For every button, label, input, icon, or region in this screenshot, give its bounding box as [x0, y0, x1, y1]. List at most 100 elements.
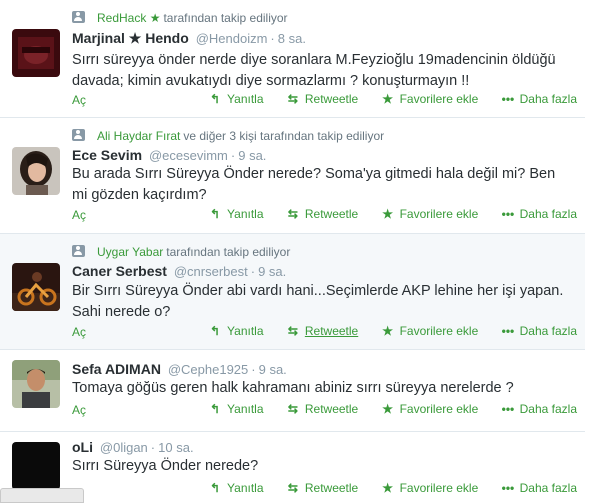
retweet-button[interactable]: ⇆ Retweetle	[287, 402, 358, 416]
author-name[interactable]: Caner Serbest	[72, 263, 167, 279]
reply-label: Yanıtla	[227, 402, 264, 416]
favorite-button[interactable]: ★ Favorilere ekle	[382, 207, 478, 221]
avatar[interactable]	[12, 442, 60, 490]
retweet-button[interactable]: ⇆ Retweetle	[287, 324, 358, 338]
tweet-text: Sırrı süreyya önder nerde diye soranlara…	[72, 52, 556, 89]
tweet-actions: ↰ Yanıtla ⇆ Retweetle ★ Favorilere ekle •••…	[189, 324, 577, 338]
more-icon: •••	[501, 92, 515, 106]
tweet-text: Tomaya göğüs geren halk kahramanı abiniz…	[72, 380, 514, 396]
tweet-actions: ↰ Yanıtla ⇆ Retweetle ★ Favorilere ekle •••…	[189, 402, 577, 416]
retweet-button[interactable]: ⇆ Retweetle	[287, 481, 358, 495]
reply-icon: ↰	[210, 402, 221, 416]
more-icon: •••	[501, 324, 515, 338]
tweet-header: Marjinal ★ Hendo @Hendoizm · 8 sa.	[72, 30, 306, 48]
star-icon: ★	[149, 11, 161, 25]
reply-label: Yanıtla	[227, 207, 264, 221]
tweet-card[interactable]: Ali Haydar Fırat ve diğer 3 kişi tarafınd…	[0, 118, 585, 234]
timestamp-link[interactable]: 9 sa.	[238, 148, 266, 163]
reply-button[interactable]: ↰ Yanıtla	[209, 481, 264, 495]
favorite-button[interactable]: ★ Favorilere ekle	[382, 92, 478, 106]
avatar[interactable]	[12, 147, 60, 195]
favorite-button[interactable]: ★ Favorilere ekle	[382, 324, 479, 338]
expand-link[interactable]: Aç	[72, 93, 86, 107]
reply-label: Yanıtla	[227, 92, 264, 106]
favorite-label: Favorilere ekle	[399, 402, 479, 416]
tweet-card[interactable]: Sefa ADIMAN @Cephe1925 · 9 sa. Tomaya göğü…	[0, 350, 585, 432]
star-icon: ★	[382, 481, 393, 495]
context-user-link[interactable]: RedHack	[97, 11, 146, 25]
author-name[interactable]: Marjinal ★ Hendo	[72, 30, 189, 46]
favorite-button[interactable]: ★ Favorilere ekle	[382, 481, 478, 495]
retweet-icon: ⇆	[287, 324, 298, 338]
author-handle[interactable]: @ecesevimm	[149, 148, 228, 163]
avatar[interactable]	[12, 263, 60, 311]
more-button[interactable]: ••• Daha fazla	[502, 402, 577, 416]
expand-link[interactable]: Aç	[72, 208, 86, 222]
avatar[interactable]	[12, 29, 60, 77]
reply-button[interactable]: ↰ Yanıtla	[209, 207, 264, 221]
separator-dot: ·	[270, 31, 275, 46]
favorite-button[interactable]: ★ Favorilere ekle	[382, 402, 479, 416]
avatar-motorcycle-photo-icon	[12, 263, 60, 311]
more-label: Daha fazla	[519, 402, 577, 416]
follow-context: Uygar Yabar tarafından takip ediliyor	[72, 245, 290, 261]
reply-button[interactable]: ↰ Yanıtla	[209, 402, 264, 416]
context-user-link[interactable]: Ali Haydar Fırat	[97, 129, 180, 143]
reply-button[interactable]: ↰ Yanıtla	[209, 324, 264, 338]
star-icon: ★	[382, 207, 393, 221]
author-handle[interactable]: @Hendoizm	[196, 31, 268, 46]
author-name[interactable]: Ece Sevim	[72, 147, 142, 163]
retweet-button[interactable]: ⇆ Retweetle	[287, 207, 358, 221]
reply-icon: ↰	[210, 92, 221, 106]
timestamp-link[interactable]: 9 sa.	[258, 264, 286, 279]
tweet-actions: ↰ Yanıtla ⇆ Retweetle ★ Favorilere ekle •••…	[189, 207, 577, 221]
avatar-man-photo-icon	[12, 360, 60, 408]
tweet-card[interactable]: oLi @0ligan · 10 sa. Sırrı Süreyya Önder n…	[0, 432, 585, 503]
more-label: Daha fazla	[519, 324, 577, 338]
avatar-dark-red-icon	[12, 29, 60, 77]
author-handle[interactable]: @cnrserbest	[174, 264, 248, 279]
more-label: Daha fazla	[519, 92, 577, 106]
tweet-card[interactable]: Uygar Yabar tarafından takip ediliyor Can…	[0, 234, 585, 350]
expand-link[interactable]: Aç	[72, 325, 86, 339]
timestamp-link[interactable]: 10 sa.	[158, 440, 193, 455]
avatar[interactable]	[12, 360, 60, 408]
tweet-card[interactable]: RedHack ★ tarafından takip ediliyor Marji…	[0, 0, 585, 118]
reply-button[interactable]: ↰ Yanıtla	[209, 92, 264, 106]
tweet-text: Bu arada Sırrı Süreyya Önder nerede? Som…	[72, 166, 556, 203]
more-label: Daha fazla	[519, 481, 577, 495]
star-icon: ★	[382, 92, 393, 106]
more-button[interactable]: ••• Daha fazla	[502, 92, 577, 106]
tweet-header: oLi @0ligan · 10 sa.	[72, 439, 194, 457]
retweet-label: Retweetle	[304, 324, 359, 338]
reply-label: Yanıtla	[227, 324, 264, 338]
follow-context: Ali Haydar Fırat ve diğer 3 kişi tarafınd…	[72, 129, 384, 145]
author-name[interactable]: Sefa ADIMAN	[72, 361, 161, 377]
author-name[interactable]: oLi	[72, 439, 93, 455]
context-user-link[interactable]: Uygar Yabar	[97, 245, 163, 259]
context-text: ve diğer 3 kişi tarafından takip ediliyo…	[183, 129, 385, 143]
author-handle[interactable]: @0ligan	[100, 440, 148, 455]
more-button[interactable]: ••• Daha fazla	[502, 207, 577, 221]
timestamp-link[interactable]: 9 sa.	[259, 362, 287, 377]
author-handle[interactable]: @Cephe1925	[168, 362, 248, 377]
separator-dot: ·	[250, 264, 256, 279]
retweet-button[interactable]: ⇆ Retweetle	[287, 92, 358, 106]
more-button[interactable]: ••• Daha fazla	[502, 481, 577, 495]
more-label: Daha fazla	[519, 207, 577, 221]
more-button[interactable]: ••• Daha fazla	[502, 324, 577, 338]
expand-link[interactable]: Aç	[72, 403, 86, 417]
bottom-tab-handle[interactable]	[0, 488, 84, 503]
tweet-header: Caner Serbest @cnrserbest · 9 sa.	[72, 263, 286, 281]
timestamp-link[interactable]: 8 sa.	[278, 31, 306, 46]
separator-dot: ·	[150, 440, 156, 455]
retweet-label: Retweetle	[304, 207, 359, 221]
follow-context: RedHack ★ tarafından takip ediliyor	[72, 11, 288, 27]
person-icon	[72, 129, 85, 141]
favorite-label: Favorilere ekle	[399, 324, 479, 338]
star-icon: ★	[382, 324, 393, 338]
retweet-icon: ⇆	[287, 402, 298, 416]
more-icon: •••	[501, 207, 515, 221]
context-text: tarafından takip ediliyor	[163, 11, 288, 25]
person-icon	[72, 11, 85, 23]
